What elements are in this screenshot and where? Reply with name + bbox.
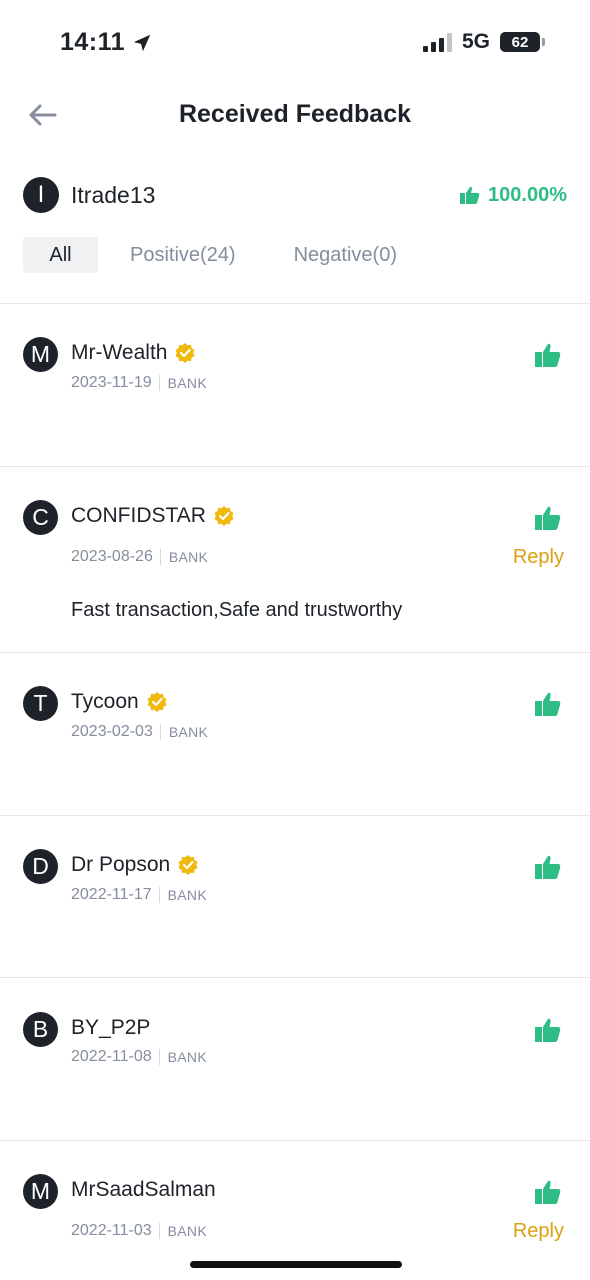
- feedback-item: B BY_P2P 2022-11-08 BANK: [0, 990, 590, 1140]
- reply-button[interactable]: Reply: [513, 546, 564, 569]
- feedback-user: Mr-Wealth: [71, 341, 195, 365]
- feedback-item: T Tycoon 2023-02-03 BANK: [0, 664, 590, 814]
- feedback-date: 2022-11-17: [71, 886, 152, 903]
- feedback-date: 2023-08-26: [71, 548, 153, 565]
- payment-method: BANK: [168, 549, 209, 565]
- feedback-item: M Mr-Wealth 2023-11-19 BANK: [0, 315, 590, 465]
- verified-badge-icon: [147, 692, 167, 712]
- payment-method: BANK: [168, 724, 209, 740]
- feedback-item: C CONFIDSTAR 2023-08-26 BANK Reply Fast …: [0, 478, 590, 652]
- divider: [0, 303, 590, 304]
- home-indicator[interactable]: [190, 1261, 402, 1268]
- user-name: Dr Popson: [71, 853, 171, 876]
- feedback-meta: 2023-02-03 BANK: [71, 723, 208, 741]
- feedback-user: Dr Popson: [71, 853, 198, 877]
- positive-rate-value: 100.00%: [488, 183, 567, 206]
- feedback-user: BY_P2P: [71, 1016, 150, 1040]
- feedback-date: 2022-11-08: [71, 1048, 152, 1065]
- thumbs-up-icon: [532, 851, 564, 883]
- user-name: BY_P2P: [71, 1016, 151, 1039]
- feedback-meta: 2023-08-26 BANK: [71, 548, 208, 566]
- user-name: CONFIDSTAR: [71, 504, 206, 527]
- feedback-user: Tycoon: [71, 690, 167, 714]
- payment-method: BANK: [167, 887, 207, 903]
- filter-tabs: All Positive(24) Negative(0): [23, 237, 397, 273]
- profile-name: Itrade13: [71, 181, 156, 208]
- avatar: C: [23, 500, 58, 535]
- status-bar: 14:11 5G 62: [0, 0, 590, 90]
- divider: [0, 466, 590, 467]
- feedback-user: CONFIDSTAR: [71, 504, 234, 528]
- avatar: I: [23, 177, 59, 213]
- avatar: D: [23, 849, 58, 884]
- battery-level: 62: [511, 33, 529, 51]
- feedback-date: 2022-11-03: [71, 1222, 152, 1239]
- payment-method: BANK: [167, 375, 207, 391]
- feedback-comment: Fast transaction,Safe and trustworthy: [71, 599, 403, 621]
- feedback-meta: 2022-11-17 BANK: [71, 886, 207, 904]
- feedback-meta: 2022-11-03 BANK: [71, 1222, 207, 1240]
- feedback-user: MrSaadSalman: [71, 1178, 216, 1202]
- user-name: Tycoon: [71, 690, 139, 713]
- tab-negative[interactable]: Negative(0): [294, 237, 397, 273]
- avatar: M: [23, 1174, 58, 1209]
- avatar: M: [23, 337, 58, 372]
- page-title: Received Feedback: [178, 100, 412, 128]
- feedback-date: 2023-11-19: [71, 374, 152, 391]
- verified-badge-icon: [214, 506, 234, 526]
- feedback-item: D Dr Popson 2022-11-17 BANK: [0, 827, 590, 977]
- feedback-meta: 2022-11-08 BANK: [71, 1048, 207, 1066]
- thumbs-up-icon: [460, 186, 480, 204]
- profile-summary: I Itrade13 100.00%: [23, 175, 567, 215]
- divider: [0, 977, 590, 978]
- thumbs-up-icon: [532, 502, 564, 534]
- divider: [0, 1140, 590, 1141]
- location-arrow-icon: [133, 34, 151, 51]
- positive-rate: 100.00%: [460, 184, 567, 207]
- user-name: Mr-Wealth: [71, 341, 168, 364]
- reply-button[interactable]: Reply: [513, 1220, 564, 1243]
- thumbs-up-icon: [532, 339, 564, 371]
- verified-badge-icon: [178, 855, 198, 875]
- user-name: MrSaadSalman: [71, 1178, 216, 1201]
- status-indicators: 5G 62: [422, 30, 545, 54]
- header: Received Feedback: [0, 90, 590, 140]
- feedback-date: 2023-02-03: [71, 723, 153, 740]
- thumbs-up-icon: [532, 1014, 564, 1046]
- tab-all[interactable]: All: [23, 237, 98, 273]
- feedback-meta: 2023-11-19 BANK: [71, 374, 207, 392]
- avatar: B: [23, 1012, 58, 1047]
- divider: [0, 652, 590, 653]
- cellular-signal-icon: [422, 32, 452, 52]
- battery-icon: 62: [500, 32, 545, 52]
- thumbs-up-icon: [532, 1176, 564, 1208]
- status-time: 14:11: [60, 28, 153, 57]
- thumbs-up-icon: [532, 688, 564, 720]
- verified-badge-icon: [175, 343, 195, 363]
- clock: 14:11: [60, 28, 126, 56]
- payment-method: BANK: [167, 1049, 207, 1065]
- tab-positive[interactable]: Positive(24): [130, 237, 236, 273]
- divider: [0, 815, 590, 816]
- avatar: T: [23, 686, 58, 721]
- network-type: 5G: [461, 30, 490, 53]
- payment-method: BANK: [167, 1223, 207, 1239]
